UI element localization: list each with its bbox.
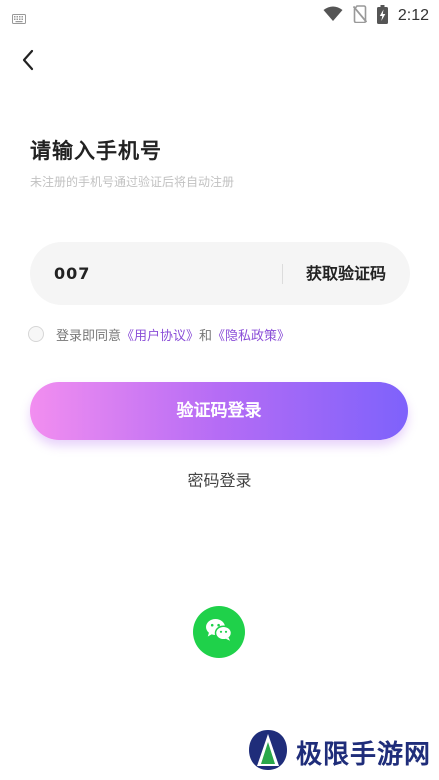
- battery-charging-icon: [376, 4, 388, 28]
- status-icons: 2:12: [323, 4, 429, 28]
- wifi-icon: [323, 6, 343, 26]
- input-divider: [282, 264, 283, 284]
- phone-input-row: 获取验证码: [30, 242, 410, 305]
- page-title: 请输入手机号: [30, 139, 162, 163]
- status-time: 2:12: [397, 7, 429, 24]
- watermark-logo-icon: [246, 728, 290, 776]
- agreement-checkbox[interactable]: [28, 326, 44, 342]
- phone-input[interactable]: [54, 242, 274, 305]
- agreement-row: 登录即同意 《用户协议》 和 《隐私政策》: [28, 324, 290, 344]
- password-login-link[interactable]: 密码登录: [0, 467, 439, 491]
- agreement-prefix: 登录即同意: [56, 328, 122, 344]
- user-agreement-link[interactable]: 《用户协议》: [121, 325, 199, 344]
- no-sim-icon: [352, 5, 368, 27]
- watermark-text: 极限手游网: [295, 739, 431, 770]
- keyboard-icon: [12, 9, 26, 28]
- back-arrow-icon: [21, 49, 35, 75]
- wechat-icon: [205, 618, 233, 646]
- get-code-button[interactable]: 获取验证码: [296, 242, 396, 305]
- privacy-policy-link[interactable]: 《隐私政策》: [212, 325, 290, 344]
- agreement-conjunction: 和: [199, 328, 213, 344]
- code-login-button[interactable]: 验证码登录: [30, 382, 408, 440]
- watermark: 极限手游网: [246, 728, 431, 776]
- page-subtitle: 未注册的手机号通过验证后将自动注册: [30, 175, 235, 189]
- status-bar: 2:12: [0, 0, 439, 32]
- wechat-login-button[interactable]: [193, 606, 245, 658]
- back-button[interactable]: [14, 48, 42, 76]
